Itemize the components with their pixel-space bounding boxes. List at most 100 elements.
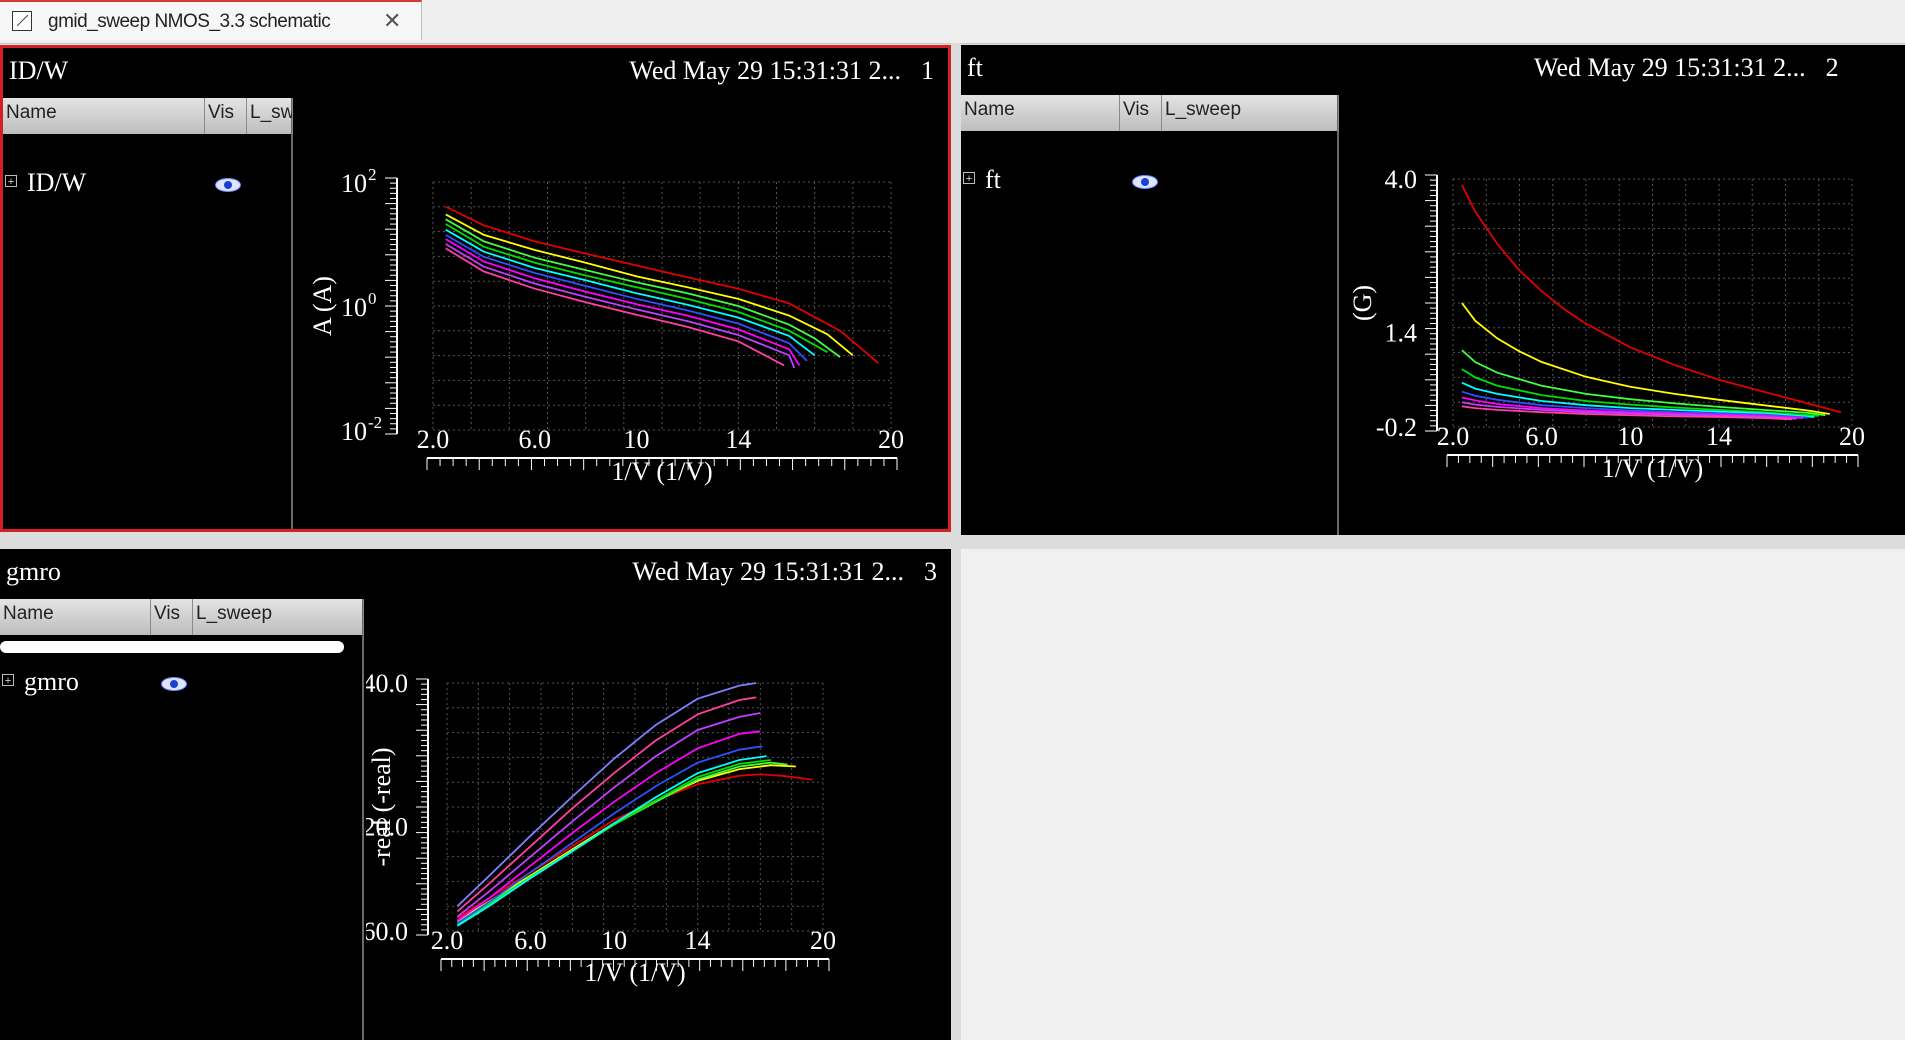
empty-pane — [961, 549, 1905, 1040]
col-l-sweep[interactable]: L_sweep — [247, 98, 293, 134]
series-line — [445, 223, 828, 353]
series-group — [1461, 184, 1842, 421]
schematic-icon — [12, 11, 32, 31]
subwindow-number: 1 — [921, 56, 934, 85]
legend-header: Name Vis L_sweep — [3, 98, 293, 134]
visibility-eye-icon[interactable] — [161, 677, 187, 691]
close-icon[interactable]: ✕ — [383, 8, 401, 34]
signal-name: gmro — [24, 667, 79, 696]
grid — [432, 181, 892, 431]
trace-legend: Name Vis L_sweep + ft — [961, 95, 1339, 535]
expand-icon[interactable]: + — [5, 175, 17, 187]
x-tick-label: 10 — [624, 425, 650, 454]
y-axis-label: A (A) — [308, 276, 337, 336]
date-text: Wed May 29 15:31:31 2... — [629, 56, 901, 85]
visibility-eye-icon[interactable] — [215, 178, 241, 192]
y-tick-label: -0.2 — [1376, 413, 1417, 442]
col-vis[interactable]: Vis — [151, 599, 193, 635]
x-axis-label: 1/V (1/V) — [584, 958, 685, 987]
y-tick-label: 10 — [341, 169, 367, 198]
expand-icon[interactable]: + — [2, 674, 14, 686]
subwindow-ft[interactable]: ft Wed May 29 15:31:31 2... 2 Name Vis L_… — [961, 45, 1905, 535]
subwindow-number: 2 — [1825, 53, 1839, 82]
selection-bar[interactable] — [0, 641, 344, 653]
subwindow-date: Wed May 29 15:31:31 2... 1 — [629, 56, 934, 86]
x-tick-label: 6.0 — [519, 425, 552, 454]
series-line — [456, 712, 761, 918]
x-tick-label: 2.0 — [431, 926, 464, 955]
y-tick-label: 1.4 — [1385, 319, 1418, 348]
subwindow-date: Wed May 29 15:31:31 2... 3 — [632, 557, 937, 587]
y-tick-label: 320.0 — [366, 813, 408, 842]
legend-header: Name Vis L_sweep — [0, 599, 364, 635]
trace-legend: Name Vis L_sweep + ID/W — [3, 98, 293, 529]
subwindow-title: gmro — [6, 557, 61, 586]
series-line — [445, 243, 796, 369]
expand-icon[interactable]: + — [963, 172, 975, 184]
x-tick-label: 2.0 — [417, 425, 450, 454]
x-tick-label: 14 — [1706, 422, 1732, 451]
series-line — [445, 234, 808, 362]
trace-legend: Name Vis L_sweep + gmro — [0, 599, 364, 1040]
col-vis[interactable]: Vis — [1120, 95, 1162, 131]
series-line — [456, 764, 796, 922]
y-axis-label: -real (-real) — [367, 747, 396, 866]
y-tick-exponent: 2 — [368, 165, 377, 184]
y-axis — [385, 177, 398, 435]
y-tick-exponent: 0 — [368, 289, 377, 308]
x-tick-label: 20 — [1839, 422, 1865, 451]
x-tick-label: 14 — [685, 926, 711, 955]
subwindow-date: Wed May 29 15:31:31 2... 2 — [1534, 53, 1839, 83]
tab-bar: gmid_sweep NMOS_3.3 schematic ✕ — [0, 0, 1905, 44]
x-tick-label: 14 — [725, 425, 751, 454]
x-tick-label: 20 — [878, 425, 904, 454]
signal-name: ID/W — [27, 168, 87, 197]
x-tick-label: 6.0 — [1525, 422, 1558, 451]
col-l-sweep[interactable]: L_sweep — [193, 599, 364, 635]
x-tick-label: 10 — [1617, 422, 1643, 451]
series-line — [445, 205, 879, 364]
y-tick-label: 10 — [341, 417, 367, 446]
y-tick-label: 540.0 — [366, 669, 408, 698]
y-tick-label: 4.0 — [1385, 165, 1418, 194]
plot-idw[interactable]: 2.0 6.0 10 14 201/V (1/V)A (A)10 210 010 -2 — [295, 138, 945, 532]
series-line — [456, 696, 757, 913]
col-name[interactable]: Name — [0, 599, 151, 635]
tab-schematic[interactable]: gmid_sweep NMOS_3.3 schematic ✕ — [0, 0, 422, 40]
series-line — [456, 773, 813, 919]
x-axis-label: 1/V (1/V) — [611, 457, 712, 486]
series-line — [456, 755, 767, 927]
date-text: Wed May 29 15:31:31 2... — [1534, 53, 1806, 82]
col-name[interactable]: Name — [3, 98, 205, 134]
legend-header: Name Vis L_sweep — [961, 95, 1339, 131]
x-tick-label: 2.0 — [1437, 422, 1470, 451]
x-tick-label: 10 — [601, 926, 627, 955]
date-text: Wed May 29 15:31:31 2... — [632, 557, 904, 586]
subwindow-number: 3 — [924, 557, 937, 586]
series-line — [456, 761, 788, 924]
signal-name: ft — [985, 165, 1001, 194]
visibility-eye-icon[interactable] — [1132, 175, 1158, 189]
subwindow-title: ft — [967, 53, 983, 82]
subwindow-idw[interactable]: ID/W Wed May 29 15:31:31 2... 1 Name Vis … — [0, 45, 951, 532]
series-line — [456, 759, 771, 926]
col-vis[interactable]: Vis — [205, 98, 247, 134]
subwindow-title: ID/W — [9, 56, 69, 85]
tab-label: gmid_sweep NMOS_3.3 schematic — [48, 11, 331, 32]
y-axis-label: (G) — [1348, 285, 1377, 321]
y-axis — [1425, 174, 1438, 432]
y-axis — [416, 678, 429, 936]
plot-gmro[interactable]: 2.0 6.0 10 14 20 1/V (1/V) -real (-real) 540.0 3… — [366, 639, 951, 1040]
horizontal-splitter[interactable] — [0, 535, 1905, 549]
y-tick-exponent: -2 — [368, 413, 382, 432]
plot-ft[interactable]: 2.0 6.0 10 14 20 1/V (1/V) (G) 4.0 1.4 -0.2 — [1341, 135, 1905, 535]
x-axis-label: 1/V (1/V) — [1602, 454, 1703, 483]
subwindow-gmro[interactable]: gmro Wed May 29 15:31:31 2... 3 Name Vis … — [0, 549, 951, 1040]
col-l-sweep[interactable]: L_sweep — [1162, 95, 1339, 131]
y-tick-label: 10 — [341, 293, 367, 322]
x-tick-label: 6.0 — [514, 926, 547, 955]
col-name[interactable]: Name — [961, 95, 1120, 131]
x-tick-label: 20 — [810, 926, 836, 955]
y-tick-label: 160.0 — [366, 917, 408, 946]
series-line — [445, 228, 816, 357]
